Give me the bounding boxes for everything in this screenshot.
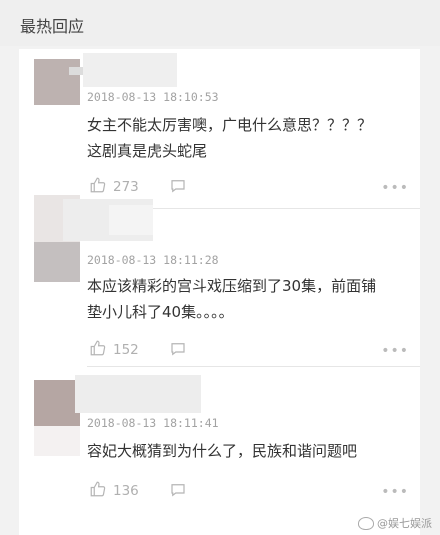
reply-icon[interactable] (169, 177, 187, 199)
avatar[interactable] (34, 242, 80, 282)
comment-line: 这剧真是虎头蛇尾 (87, 142, 208, 160)
watermark: @娱七娱派 (358, 515, 432, 531)
more-icon[interactable]: ••• (381, 343, 409, 359)
comment-line: 女主不能太厉害噢，广电什么意思？？？？ (87, 116, 373, 134)
username-blurred-edge (69, 67, 83, 75)
comment-line: 本应该精彩的宫斗戏压缩到了30集，前面铺 (87, 277, 377, 295)
like-button[interactable]: 136 (89, 480, 139, 502)
comment-card: 2018-08-13 18:10:53 女主不能太厉害噢，广电什么意思？？？？ … (19, 49, 420, 209)
like-count: 136 (113, 483, 139, 499)
comment-line: 垫小儿科了40集。。。。 (87, 303, 234, 321)
comment-line: 容妃大概猜到为什么了，民族和谐问题吧 (87, 442, 358, 460)
comment-card: 2018-08-13 18:11:41 容妃大概猜到为什么了，民族和谐问题吧 1… (19, 367, 420, 535)
watermark-text: @娱七娱派 (377, 517, 432, 530)
username-blurred[interactable] (75, 375, 201, 413)
like-count: 152 (113, 342, 139, 358)
comment-timestamp: 2018-08-13 18:10:53 (87, 90, 219, 104)
like-button[interactable]: 273 (89, 176, 139, 198)
section-title: 最热回应 (20, 17, 85, 36)
username-blurred[interactable] (83, 53, 177, 87)
thumbs-up-icon (89, 480, 107, 502)
section-header: 最热回应 (0, 0, 440, 46)
comment-text: 女主不能太厉害噢，广电什么意思？？？？ 这剧真是虎头蛇尾 (87, 112, 407, 164)
comment-timestamp: 2018-08-13 18:11:41 (87, 416, 219, 430)
avatar-blurred-edge (34, 426, 80, 456)
comment-card: 2018-08-13 18:11:28 本应该精彩的宫斗戏压缩到了30集，前面铺… (19, 195, 420, 367)
comment-timestamp: 2018-08-13 18:11:28 (87, 253, 219, 267)
avatar[interactable] (34, 380, 80, 426)
reply-icon[interactable] (169, 481, 187, 503)
comment-text: 容妃大概猜到为什么了，民族和谐问题吧 (87, 438, 407, 464)
comment-actions: 273 ••• (89, 176, 409, 198)
like-button[interactable]: 152 (89, 339, 139, 361)
thumbs-up-icon (89, 176, 107, 198)
weibo-logo-icon (358, 516, 374, 530)
username-blurred-edge (109, 205, 153, 235)
avatar[interactable] (34, 59, 80, 105)
reply-icon[interactable] (169, 340, 187, 362)
comment-text: 本应该精彩的宫斗戏压缩到了30集，前面铺 垫小儿科了40集。。。。 (87, 273, 407, 325)
more-icon[interactable]: ••• (381, 180, 409, 196)
thumbs-up-icon (89, 339, 107, 361)
more-icon[interactable]: ••• (381, 484, 409, 500)
like-count: 273 (113, 179, 139, 195)
comment-actions: 152 ••• (89, 339, 409, 361)
comment-actions: 136 ••• (89, 480, 409, 502)
